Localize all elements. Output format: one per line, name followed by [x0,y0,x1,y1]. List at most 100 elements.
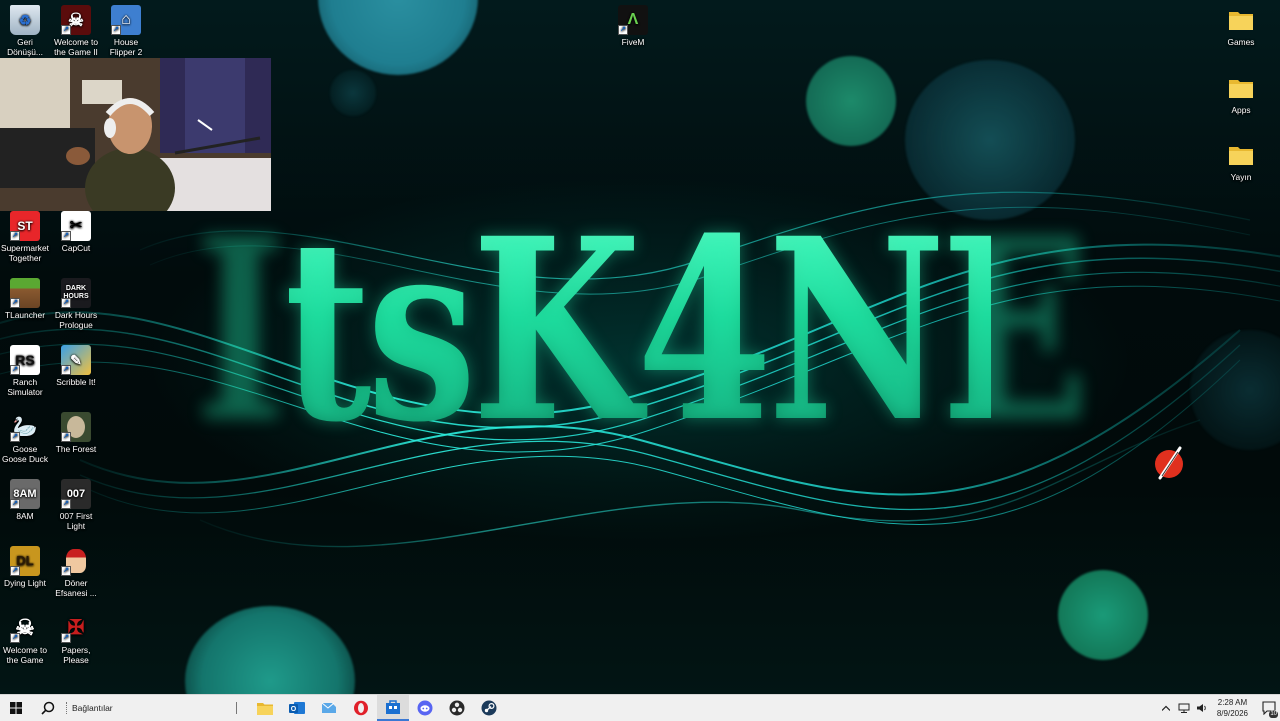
opera-icon [354,700,368,716]
shortcut-arrow-icon: ↗ [10,633,20,643]
goose-icon: 🦢 ↗ [10,412,40,442]
desktop-folder-games[interactable]: Games [1217,5,1265,47]
taskbar-app-store[interactable] [377,695,409,721]
shortcut-arrow-icon: ↗ [10,298,20,308]
dark-hours-icon: DARK HOURS ↗ [61,278,91,308]
shortcut-arrow-icon: ↗ [61,365,71,375]
desktop-icon-capcut[interactable]: ✂ ↗ CapCut [52,211,100,253]
start-button[interactable] [0,695,32,721]
shortcut-arrow-icon: ↗ [61,25,71,35]
desktop-icon-scribble-it[interactable]: ✎ ↗ Scribble It! [52,345,100,387]
toolbar-grip-icon [236,702,239,714]
shortcut-arrow-icon: ↗ [61,499,71,509]
shortcut-arrow-icon: ↗ [61,432,71,442]
desktop-icon-fivem[interactable]: Λ ↗ FiveM [609,5,657,47]
desktop-folder-yayin[interactable]: Yayın [1217,140,1265,182]
shortcut-arrow-icon: ↗ [10,432,20,442]
steam-icon [481,700,497,716]
desktop-icon-007-first-light[interactable]: 007 ↗ 007 First Light [52,479,100,531]
folder-icon [1226,73,1256,103]
papers-icon: ✠ ↗ [61,613,91,643]
capcut-icon: ✂ ↗ [61,211,91,241]
clock[interactable]: 2:28 AM 8/9/2026 [1217,697,1248,719]
shortcut-arrow-icon: ↗ [618,25,628,35]
desktop-icon-welcome-to-the-game-2[interactable]: ☠ ↗ Welcome to the Game II [52,5,100,57]
taskbar-app-outlook[interactable]: O [281,695,313,721]
taskbar-app-obs[interactable] [441,695,473,721]
notification-count-badge: 10 [1269,711,1278,718]
mail-icon [321,702,336,713]
obs-icon [449,700,465,716]
windows-logo-icon [10,702,22,714]
skull-icon: ☠ ↗ [61,5,91,35]
desktop-icon-house-flipper-2[interactable]: ⌂ ↗ House Flipper 2 [102,5,150,57]
discord-icon [417,700,433,716]
clock-time: 2:28 AM [1217,698,1248,707]
file-explorer-icon [257,703,273,715]
chevron-up-icon [1161,705,1170,711]
links-toolbar-label: Bağlantılar [72,703,113,713]
desktop-icon-8am[interactable]: 8AM ↗ 8AM [1,479,49,521]
fivem-icon: Λ ↗ [618,5,648,35]
shortcut-arrow-icon: ↗ [10,365,20,375]
system-tray: 2:28 AM 8/9/2026 10 [1157,695,1280,721]
webcam-overlay [0,58,271,211]
speaker-icon [1196,704,1206,712]
search-button[interactable] [32,695,64,721]
notification-center-button[interactable]: 10 [1258,695,1280,721]
007-icon: 007 ↗ [61,479,91,509]
8am-icon: 8AM ↗ [10,479,40,509]
folder-icon [1226,5,1256,35]
dying-light-icon: DL ↗ [10,546,40,576]
desktop-icon-welcome-to-the-game[interactable]: ☠ ↗ Welcome to the Game [1,613,49,666]
desktop-icon-supermarket-together[interactable]: ST ↗ Supermarket Together [1,211,49,263]
shortcut-arrow-icon: ↗ [111,25,121,35]
search-icon [41,701,55,715]
desktop-folder-apps[interactable]: Apps [1217,73,1265,115]
taskbar-app-mail[interactable] [313,695,345,721]
show-hidden-icons-button[interactable] [1157,695,1175,721]
outlook-icon: O [289,702,305,714]
svg-text:O: O [291,706,297,713]
desktop-icon-ranch-simulator[interactable]: RS ↗ Ranch Simulator [1,345,49,397]
desktop-icon-goose-goose-duck[interactable]: 🦢 ↗ Goose Goose Duck [1,412,49,464]
links-toolbar[interactable]: Bağlantılar [64,695,234,721]
taskbar-app-opera[interactable] [345,695,377,721]
taskbar-app-steam[interactable] [473,695,505,721]
desktop-icon-papers-please[interactable]: ✠ ↗ Papers, Please [52,613,100,665]
shortcut-arrow-icon: ↗ [10,566,20,576]
folder-icon [1226,140,1256,170]
desktop-icon-recycle-bin[interactable]: ♻ Geri Dönüşü... [1,5,49,57]
store-icon [386,700,400,714]
doner-icon: ↗ [61,546,91,576]
recycle-bin-icon: ♻ [10,5,40,35]
shortcut-arrow-icon: ↗ [10,499,20,509]
ranch-icon: RS ↗ [10,345,40,375]
desktop-icon-the-forest[interactable]: ↗ The Forest [52,412,100,454]
desktop-icon-doner-efsanesi[interactable]: ↗ Döner Efsanesi ... [52,546,100,598]
taskbar-app-discord[interactable] [409,695,441,721]
scribble-icon: ✎ ↗ [61,345,91,375]
grass-block-icon: ↗ [10,278,40,308]
taskbar-app-file-explorer[interactable] [249,695,281,721]
forest-icon: ↗ [61,412,91,442]
taskbar: Bağlantılar O 2:28 AM 8/9/2026 10 [0,694,1280,721]
network-button[interactable] [1175,695,1193,721]
shortcut-arrow-icon: ↗ [61,566,71,576]
shortcut-arrow-icon: ↗ [61,231,71,241]
desktop-icon-dark-hours-prologue[interactable]: DARK HOURS ↗ Dark Hours Prologue [52,278,100,330]
red-pen-pin-icon [1155,446,1183,480]
clock-date: 8/9/2026 [1216,709,1248,718]
house-icon: ⌂ ↗ [111,5,141,35]
network-icon [1178,703,1190,713]
supermarket-icon: ST ↗ [10,211,40,241]
toolbar-grip-icon [66,702,68,714]
volume-button[interactable] [1193,695,1211,721]
desktop-icon-dying-light[interactable]: DL ↗ Dying Light [1,546,49,588]
shortcut-arrow-icon: ↗ [61,633,71,643]
desktop-icon-tlauncher[interactable]: ↗ TLauncher [1,278,49,320]
brand-logo-text: ItsK4NE [194,183,1090,477]
skull-icon: ☠ ↗ [10,613,40,643]
shortcut-arrow-icon: ↗ [61,298,71,308]
shortcut-arrow-icon: ↗ [10,231,20,241]
